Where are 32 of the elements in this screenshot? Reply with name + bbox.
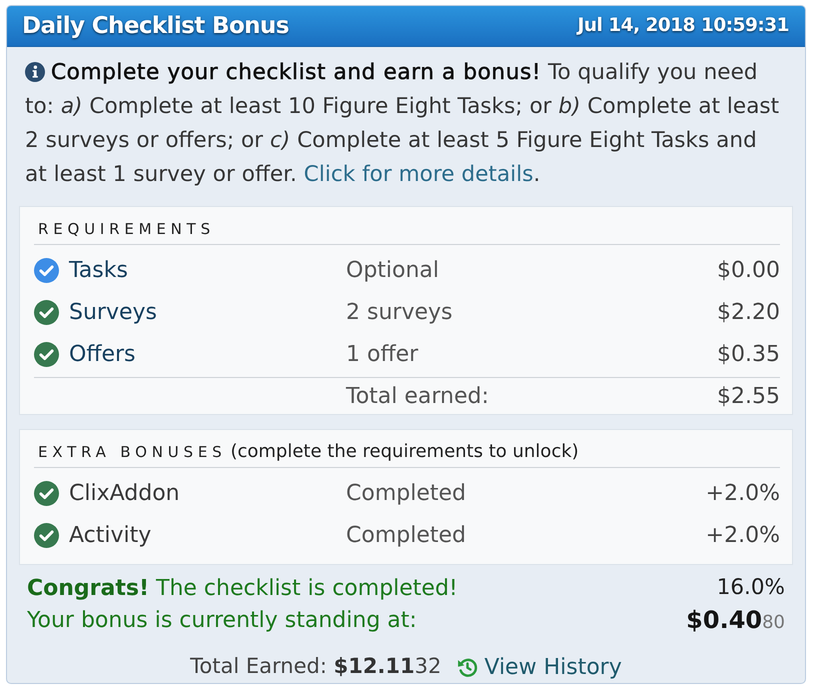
section-note: (complete the requirements to unlock) [230,441,579,462]
panel-title: Daily Checklist Bonus [22,12,289,41]
view-history-link[interactable]: View History [457,650,622,683]
requirement-link[interactable]: Offers [69,338,136,370]
bonus-name: Activity [69,522,152,550]
intro-paragraph: Complete your checklist and earn a bonus! To qualify you need to: a) Complete at least 10 Figure Eight Tasks; or b) Complete at least 2 surveys or offers; or c) Complete at least 5 Figure Eight Tasks and at least 1 survey or offer. Click for more details. [24,59,780,189]
bonus-status: Completed [346,522,466,550]
total-earned-text: Total Earned: $12.1132 [190,653,442,680]
requirement-amount: $0.00 [717,256,780,284]
requirement-status: 1 offer [346,340,418,368]
info-icon [25,62,45,82]
details-link[interactable]: Click for more details [304,162,534,187]
bonus-status: Completed [346,480,466,508]
requirement-amount: $2.20 [717,298,780,326]
bonus-standing-amount: $0.4080 [686,605,785,636]
total-earned-label: Total earned: [346,382,489,410]
requirement-status: 2 surveys [346,298,452,326]
section-heading: REQUIREMENTS [38,220,215,238]
bonus-percent: +2.0% [706,522,780,550]
total-earned-amount: $2.55 [717,382,780,410]
requirement-amount: $0.35 [717,340,780,368]
bonus-standing-label: Your bonus is currently standing at: [27,606,417,634]
bonus-percent: +2.0% [706,480,780,508]
congrats-message: Congrats! The checklist is completed! [27,574,458,602]
bonus-name: ClixAddon [69,480,180,508]
section-heading: EXTRA BONUSES [38,443,226,461]
bonus-total-percent: 16.0% [716,574,785,602]
history-icon [457,656,478,678]
requirement-link[interactable]: Tasks [69,254,128,286]
requirement-status: Optional [346,256,440,284]
timestamp: Jul 14, 2018 10:59:31 [577,14,789,38]
requirement-link[interactable]: Surveys [69,296,157,328]
